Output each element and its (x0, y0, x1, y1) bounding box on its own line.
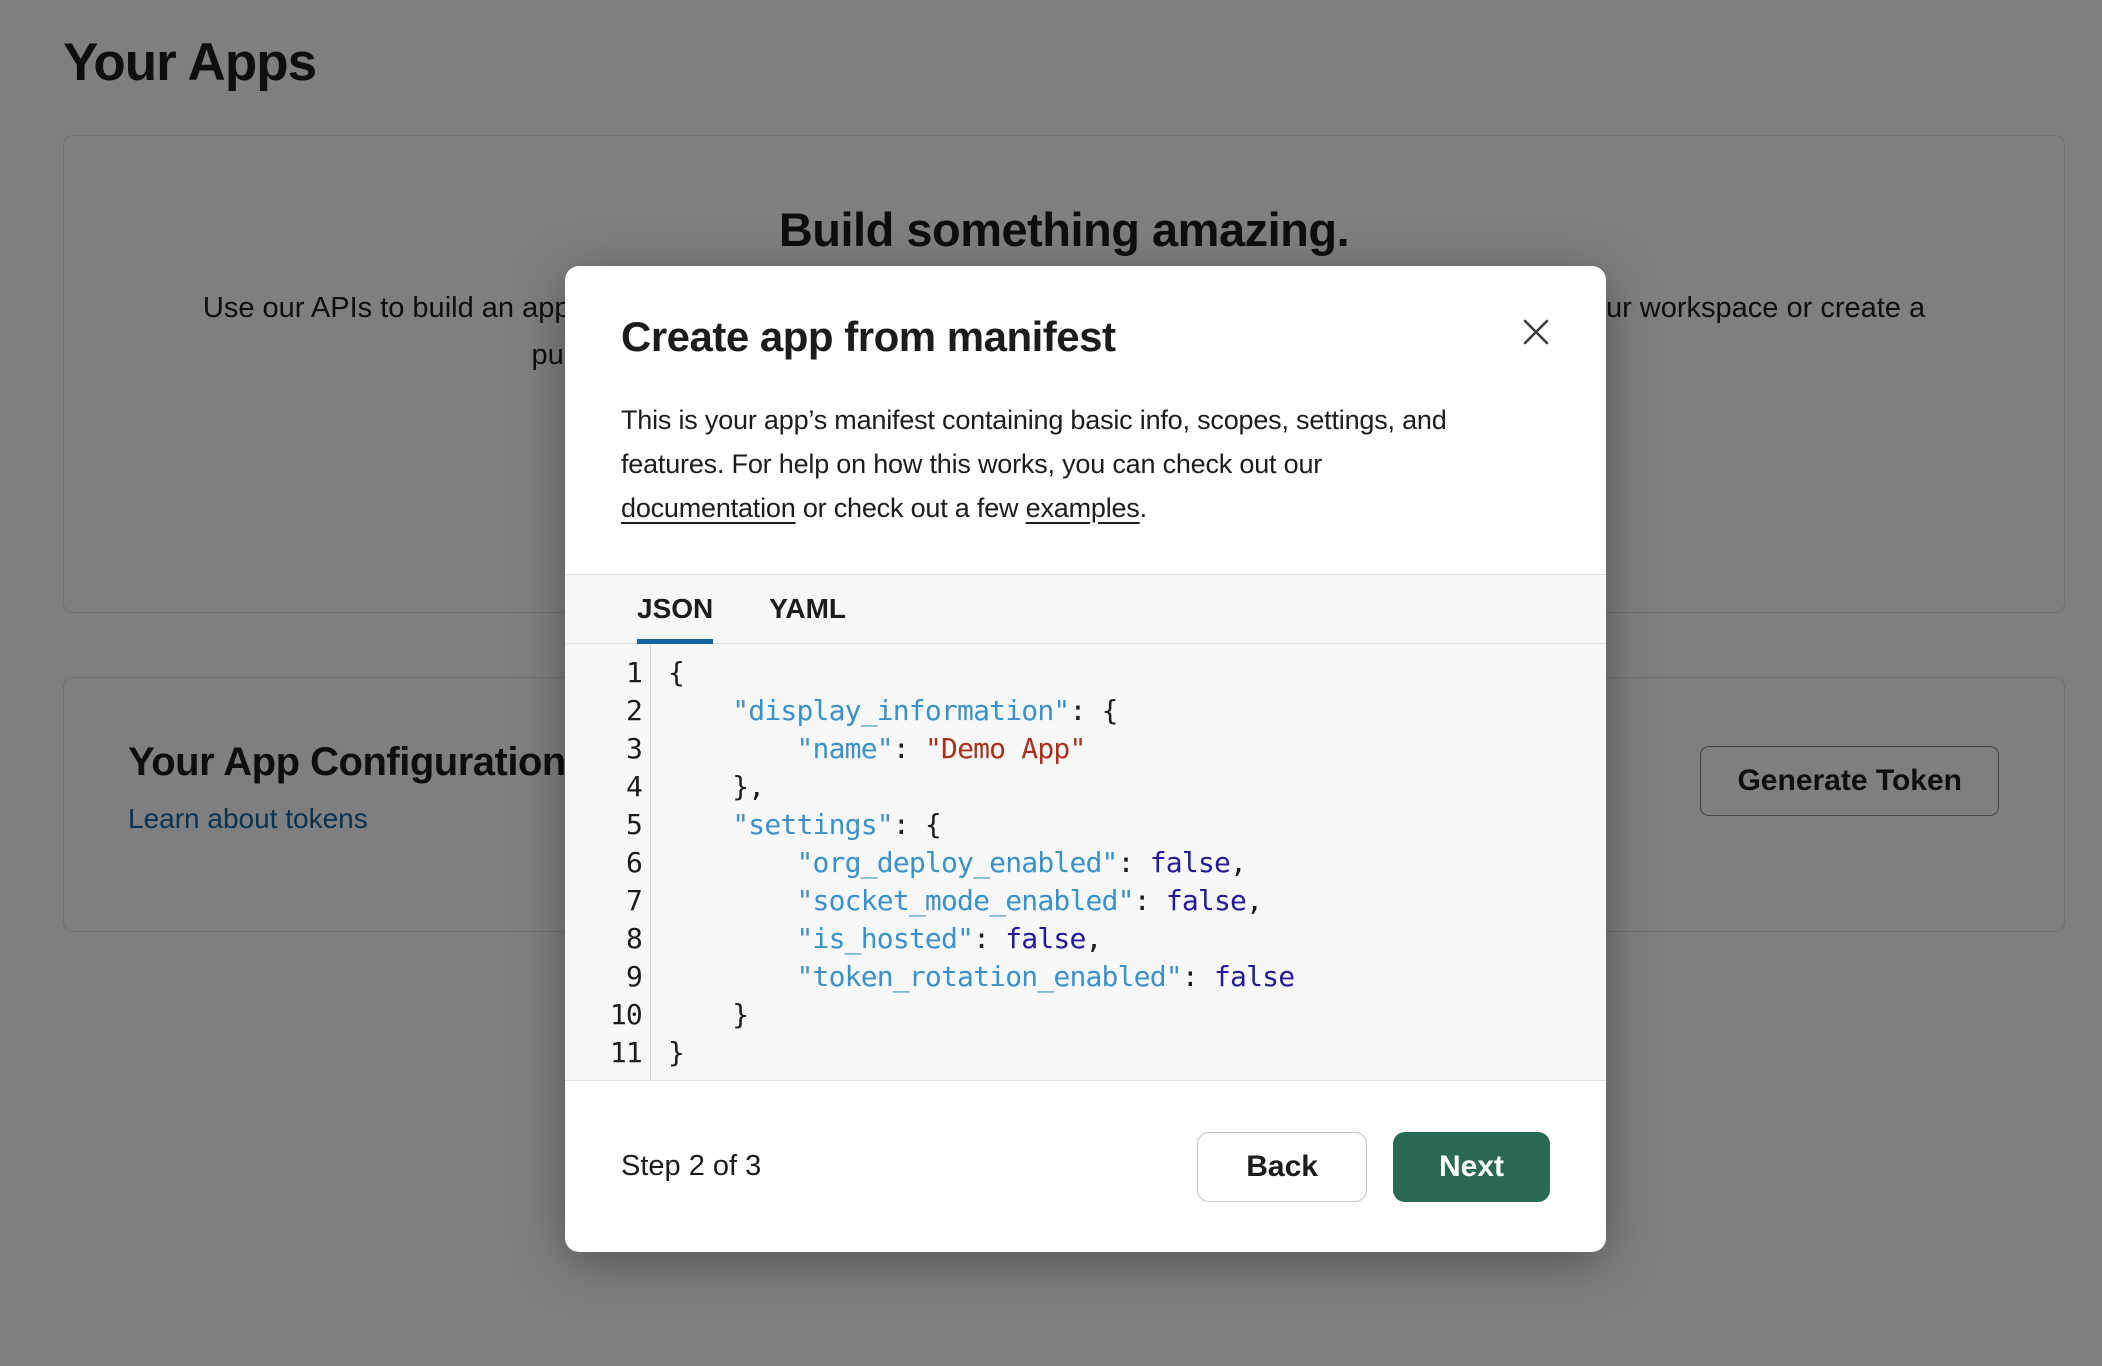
close-icon (1519, 315, 1553, 349)
code-content: } (650, 996, 748, 1034)
examples-link[interactable]: examples (1026, 493, 1140, 523)
line-number: 3 (565, 730, 650, 768)
line-number: 10 (565, 996, 650, 1034)
tab-json[interactable]: JSON (637, 575, 713, 643)
description-text: or check out a few (796, 493, 1026, 523)
code-line: 6 "org_deploy_enabled": false, (565, 844, 1606, 882)
tab-yaml[interactable]: YAML (769, 575, 846, 643)
description-text: features. For help on how this works, yo… (621, 449, 1322, 479)
code-content: "token_rotation_enabled": false (650, 958, 1294, 996)
line-number: 7 (565, 882, 650, 920)
step-indicator: Step 2 of 3 (621, 1150, 761, 1183)
code-content: "settings": { (650, 806, 941, 844)
back-button[interactable]: Back (1197, 1132, 1367, 1202)
code-line: 4 }, (565, 768, 1606, 806)
code-content: "name": "Demo App" (650, 730, 1086, 768)
line-number: 11 (565, 1034, 650, 1072)
code-line: 2 "display_information": { (565, 692, 1606, 730)
close-button[interactable] (1514, 310, 1558, 354)
line-number: 9 (565, 958, 650, 996)
code-line: 10 } (565, 996, 1606, 1034)
documentation-link[interactable]: documentation (621, 493, 796, 523)
code-content: "socket_mode_enabled": false, (650, 882, 1262, 920)
description-text: This is your app’s manifest containing b… (621, 405, 1447, 435)
code-content: "is_hosted": false, (650, 920, 1102, 958)
code-content: "org_deploy_enabled": false, (650, 844, 1246, 882)
modal-description-line: features. For help on how this works, yo… (621, 442, 1550, 486)
modal-description-line: This is your app’s manifest containing b… (621, 398, 1550, 442)
line-number: 2 (565, 692, 650, 730)
manifest-format-tabs-block: JSON YAML 1{2 "display_information": {3 "… (565, 574, 1606, 1081)
code-line: 7 "socket_mode_enabled": false, (565, 882, 1606, 920)
gutter-divider (650, 644, 651, 1080)
code-content: { (650, 654, 684, 692)
line-number: 5 (565, 806, 650, 844)
line-number: 1 (565, 654, 650, 692)
modal-description-line: documentation or check out a few example… (621, 486, 1550, 530)
create-app-from-manifest-modal: Create app from manifest This is your ap… (565, 266, 1606, 1252)
description-text: . (1140, 493, 1147, 523)
modal-description: This is your app’s manifest containing b… (565, 398, 1606, 530)
line-number: 8 (565, 920, 650, 958)
code-content: "display_information": { (650, 692, 1118, 730)
code-line: 9 "token_rotation_enabled": false (565, 958, 1606, 996)
code-line: 11} (565, 1034, 1606, 1072)
line-number: 4 (565, 768, 650, 806)
code-content: }, (650, 768, 764, 806)
line-number: 6 (565, 844, 650, 882)
code-line: 3 "name": "Demo App" (565, 730, 1606, 768)
code-line: 8 "is_hosted": false, (565, 920, 1606, 958)
code-line: 1{ (565, 654, 1606, 692)
modal-title: Create app from manifest (621, 312, 1550, 362)
manifest-code-editor[interactable]: 1{2 "display_information": {3 "name": "D… (565, 644, 1606, 1081)
code-content: } (650, 1034, 684, 1072)
next-button[interactable]: Next (1393, 1132, 1550, 1202)
tab-bar: JSON YAML (565, 575, 1606, 644)
code-line: 5 "settings": { (565, 806, 1606, 844)
